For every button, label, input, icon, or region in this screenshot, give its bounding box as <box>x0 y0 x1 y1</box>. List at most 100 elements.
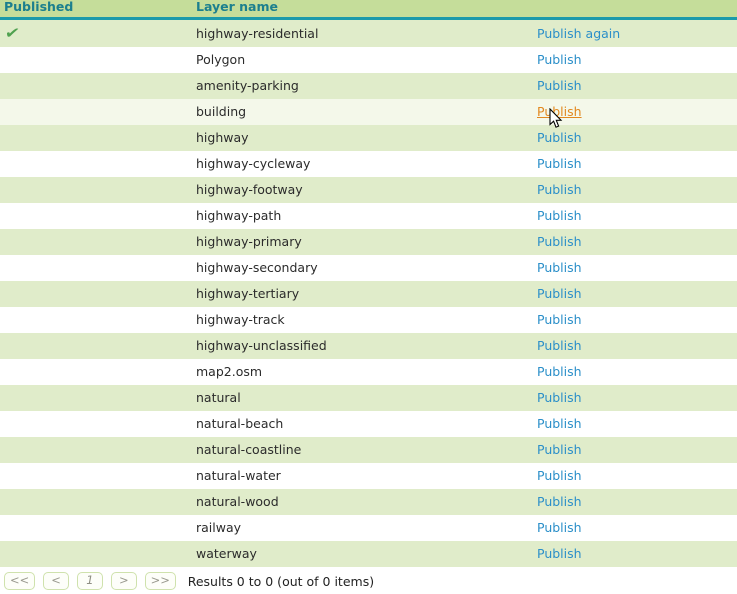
cell-layer-name: map2.osm <box>196 364 263 379</box>
publish-link[interactable]: Publish <box>537 130 582 145</box>
cell-layer-name: highway-track <box>196 312 285 327</box>
column-header-action <box>521 0 737 20</box>
publish-link[interactable]: Publish <box>537 156 582 171</box>
cell-published <box>0 47 191 73</box>
publish-link[interactable]: Publish <box>537 494 582 509</box>
cell-layer-name: highway-path <box>196 208 282 223</box>
cell-layer-name: railway <box>196 520 242 535</box>
publish-link[interactable]: Publish <box>537 416 582 431</box>
table-row[interactable]: Polygon Publish <box>0 47 737 73</box>
publish-link[interactable]: Publish <box>537 208 582 223</box>
cell-published <box>0 411 191 437</box>
cell-layer-name: natural-water <box>196 468 281 483</box>
cell-published <box>0 229 191 255</box>
pager-page-1-button[interactable]: 1 <box>76 572 103 590</box>
publish-link[interactable]: Publish <box>537 78 582 93</box>
publish-link[interactable]: Publish <box>537 312 582 327</box>
table-row[interactable]: highway-footway Publish <box>0 177 737 203</box>
table-row[interactable]: building Publish <box>0 99 737 125</box>
cell-action: Publish <box>521 437 737 463</box>
cell-action: Publish <box>521 203 737 229</box>
pager-last-button[interactable]: >> <box>144 572 176 590</box>
publish-link[interactable]: Publish <box>537 338 582 353</box>
cell-action: Publish <box>521 125 737 151</box>
cell-published <box>0 73 191 99</box>
green-check-icon: ✔ <box>3 24 21 42</box>
publish-link[interactable]: Publish <box>537 182 582 197</box>
cell-layer-name: Polygon <box>196 52 246 67</box>
cell-layer-name: amenity-parking <box>196 78 299 93</box>
cell-published <box>0 437 191 463</box>
cell-layer-name: highway-footway <box>196 182 303 197</box>
cell-layer-name: highway-unclassified <box>196 338 327 353</box>
table-row[interactable]: amenity-parking Publish <box>0 73 737 99</box>
cell-layer-name: waterway <box>196 546 257 561</box>
table-row[interactable]: ✔ highway-residential Publish again <box>0 18 737 48</box>
table-header: Published Layer name <box>0 0 737 20</box>
cell-published: ✔ <box>0 19 191 48</box>
cell-layer-name: highway-secondary <box>196 260 318 275</box>
cell-published <box>0 359 191 385</box>
table-row[interactable]: highway-cycleway Publish <box>0 151 737 177</box>
cell-action: Publish <box>521 255 737 281</box>
results-count-text: Results 0 to 0 (out of 0 items) <box>187 573 375 589</box>
publish-link[interactable]: Publish <box>537 520 582 535</box>
publish-link[interactable]: Publish <box>537 234 582 249</box>
table-row[interactable]: highway-secondary Publish <box>0 255 737 281</box>
cell-layer-name: highway-tertiary <box>196 286 300 301</box>
pager-first-button[interactable]: << <box>4 572 36 590</box>
table-row[interactable]: railway Publish <box>0 515 737 541</box>
table-row[interactable]: natural-wood Publish <box>0 489 737 515</box>
cell-action: Publish <box>521 333 737 359</box>
cell-action: Publish <box>521 99 737 125</box>
cell-published <box>0 307 191 333</box>
cell-action: Publish <box>521 515 737 541</box>
table-row[interactable]: highway Publish <box>0 125 737 151</box>
layers-table: Published Layer name ✔ highway-residentia… <box>0 0 737 567</box>
cell-layer-name: highway-cycleway <box>196 156 311 171</box>
publish-link[interactable]: Publish <box>537 468 582 483</box>
table-row[interactable]: highway-tertiary Publish <box>0 281 737 307</box>
table-row[interactable]: highway-primary Publish <box>0 229 737 255</box>
cell-layer-name: highway-residential <box>196 25 319 41</box>
publish-link[interactable]: Publish <box>537 546 582 561</box>
table-header-row: Published Layer name <box>0 0 737 20</box>
cell-action: Publish <box>521 385 737 411</box>
table-row[interactable]: natural-coastline Publish <box>0 437 737 463</box>
cell-layer-name: building <box>196 104 247 119</box>
publish-link[interactable]: Publish <box>537 364 582 379</box>
cell-layer-name: natural-beach <box>196 416 284 431</box>
column-header-published[interactable]: Published <box>0 0 191 20</box>
publish-link[interactable]: Publish <box>537 260 582 275</box>
cell-layer-name: natural <box>196 390 241 405</box>
table-row[interactable]: map2.osm Publish <box>0 359 737 385</box>
cell-action: Publish <box>521 541 737 567</box>
cell-layer-name: natural-coastline <box>196 442 302 457</box>
cell-action: Publish <box>521 229 737 255</box>
table-row[interactable]: natural-water Publish <box>0 463 737 489</box>
cell-published <box>0 463 191 489</box>
table-row[interactable]: natural Publish <box>0 385 737 411</box>
pager-prev-button[interactable]: < <box>43 572 70 590</box>
cell-layer-name: natural-wood <box>196 494 279 509</box>
cell-published <box>0 255 191 281</box>
cell-published <box>0 333 191 359</box>
table-row[interactable]: highway-track Publish <box>0 307 737 333</box>
publish-link[interactable]: Publish <box>537 52 582 67</box>
publish-link[interactable]: Publish <box>537 286 582 301</box>
publish-link[interactable]: Publish again <box>537 26 620 41</box>
table-row[interactable]: highway-path Publish <box>0 203 737 229</box>
table-row[interactable]: natural-beach Publish <box>0 411 737 437</box>
cell-published <box>0 203 191 229</box>
publish-link[interactable]: Publish <box>537 104 582 119</box>
pager-next-button[interactable]: > <box>110 572 137 590</box>
column-header-layer-name[interactable]: Layer name <box>191 0 521 20</box>
cell-layer-name: highway <box>196 130 249 145</box>
cell-action: Publish <box>521 47 737 73</box>
table-row[interactable]: highway-unclassified Publish <box>0 333 737 359</box>
table-body: ✔ highway-residential Publish again Polygon… <box>0 18 737 567</box>
publish-link[interactable]: Publish <box>537 442 582 457</box>
publish-link[interactable]: Publish <box>537 390 582 405</box>
cell-published <box>0 281 191 307</box>
table-row[interactable]: waterway Publish <box>0 541 737 567</box>
